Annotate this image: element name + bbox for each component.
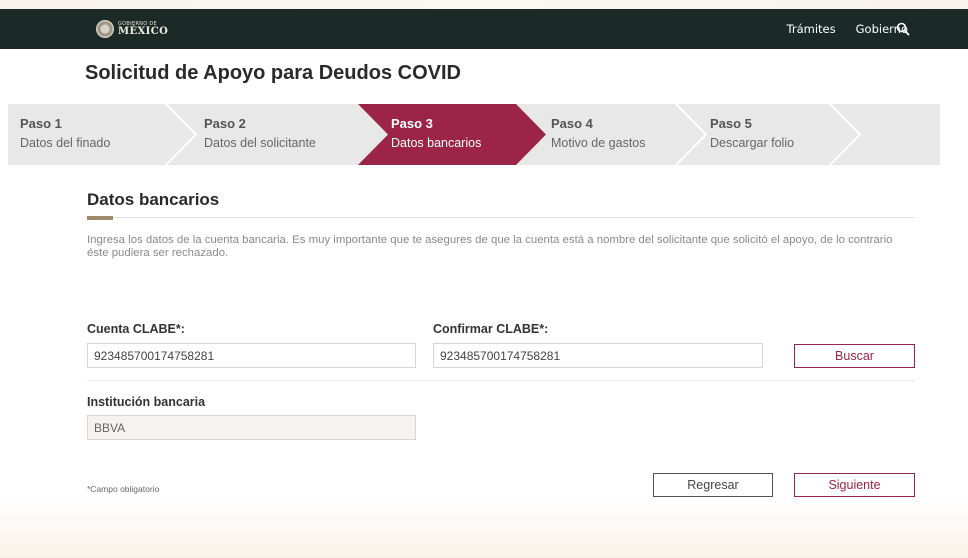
section-intro: Ingresa los datos de la cuenta bancaria.…	[87, 234, 893, 259]
next-button[interactable]: Siguiente	[794, 473, 915, 497]
step-5-title: Paso 5	[710, 116, 752, 131]
nav-link-tramites[interactable]: Trámites	[787, 22, 836, 36]
logo-big-text: MÉXICO	[118, 25, 169, 37]
step-4[interactable]: Paso 4 Motivo de gastos	[551, 116, 646, 152]
search-button[interactable]: Buscar	[794, 344, 915, 368]
step-5[interactable]: Paso 5 Descargar folio	[710, 116, 794, 152]
back-button[interactable]: Regresar	[653, 473, 773, 497]
step-progress: Paso 1 Datos del finado Paso 2 Datos del…	[8, 104, 940, 165]
confirm-clabe-input[interactable]	[433, 343, 763, 368]
step-2[interactable]: Paso 2 Datos del solicitante	[204, 116, 316, 152]
step-1-subtitle: Datos del finado	[20, 136, 111, 150]
clabe-label: Cuenta CLABE*:	[87, 322, 185, 336]
section-divider	[87, 217, 915, 218]
clabe-input[interactable]	[87, 343, 416, 368]
step-4-title: Paso 4	[551, 116, 593, 131]
seal-icon	[96, 20, 114, 38]
step-1[interactable]: Paso 1 Datos del finado	[20, 116, 110, 152]
top-background	[0, 0, 968, 9]
search-icon[interactable]	[896, 22, 910, 36]
step-3[interactable]: Paso 3 Datos bancarios	[391, 116, 481, 152]
top-navbar: GOBIERNO DE MÉXICO Trámites Gobierno	[0, 9, 968, 49]
step-2-title: Paso 2	[204, 116, 246, 131]
step-3-title: Paso 3	[391, 116, 433, 131]
gobierno-mexico-logo[interactable]: GOBIERNO DE MÉXICO	[96, 19, 168, 39]
step-2-subtitle: Datos del solicitante	[204, 136, 316, 150]
section-accent-bar	[87, 216, 113, 220]
section-title: Datos bancarios	[87, 190, 220, 209]
step-4-subtitle: Motivo de gastos	[551, 136, 646, 150]
required-field-note: *Campo obligatorio	[87, 484, 160, 494]
logo-wordmark: GOBIERNO DE MÉXICO	[118, 21, 169, 37]
step-3-subtitle: Datos bancarios	[391, 136, 482, 150]
confirm-clabe-label: Confirmar CLABE*:	[433, 322, 549, 336]
page-title: Solicitud de Apoyo para Deudos COVID	[85, 62, 461, 84]
step-1-title: Paso 1	[20, 116, 62, 131]
bank-input[interactable]	[87, 415, 416, 440]
bank-label: Institución bancaria	[87, 395, 206, 409]
bottom-background	[0, 500, 968, 558]
step-5-subtitle: Descargar folio	[710, 136, 795, 150]
nav-links: Trámites Gobierno	[787, 9, 908, 49]
form-row-divider	[87, 380, 915, 381]
